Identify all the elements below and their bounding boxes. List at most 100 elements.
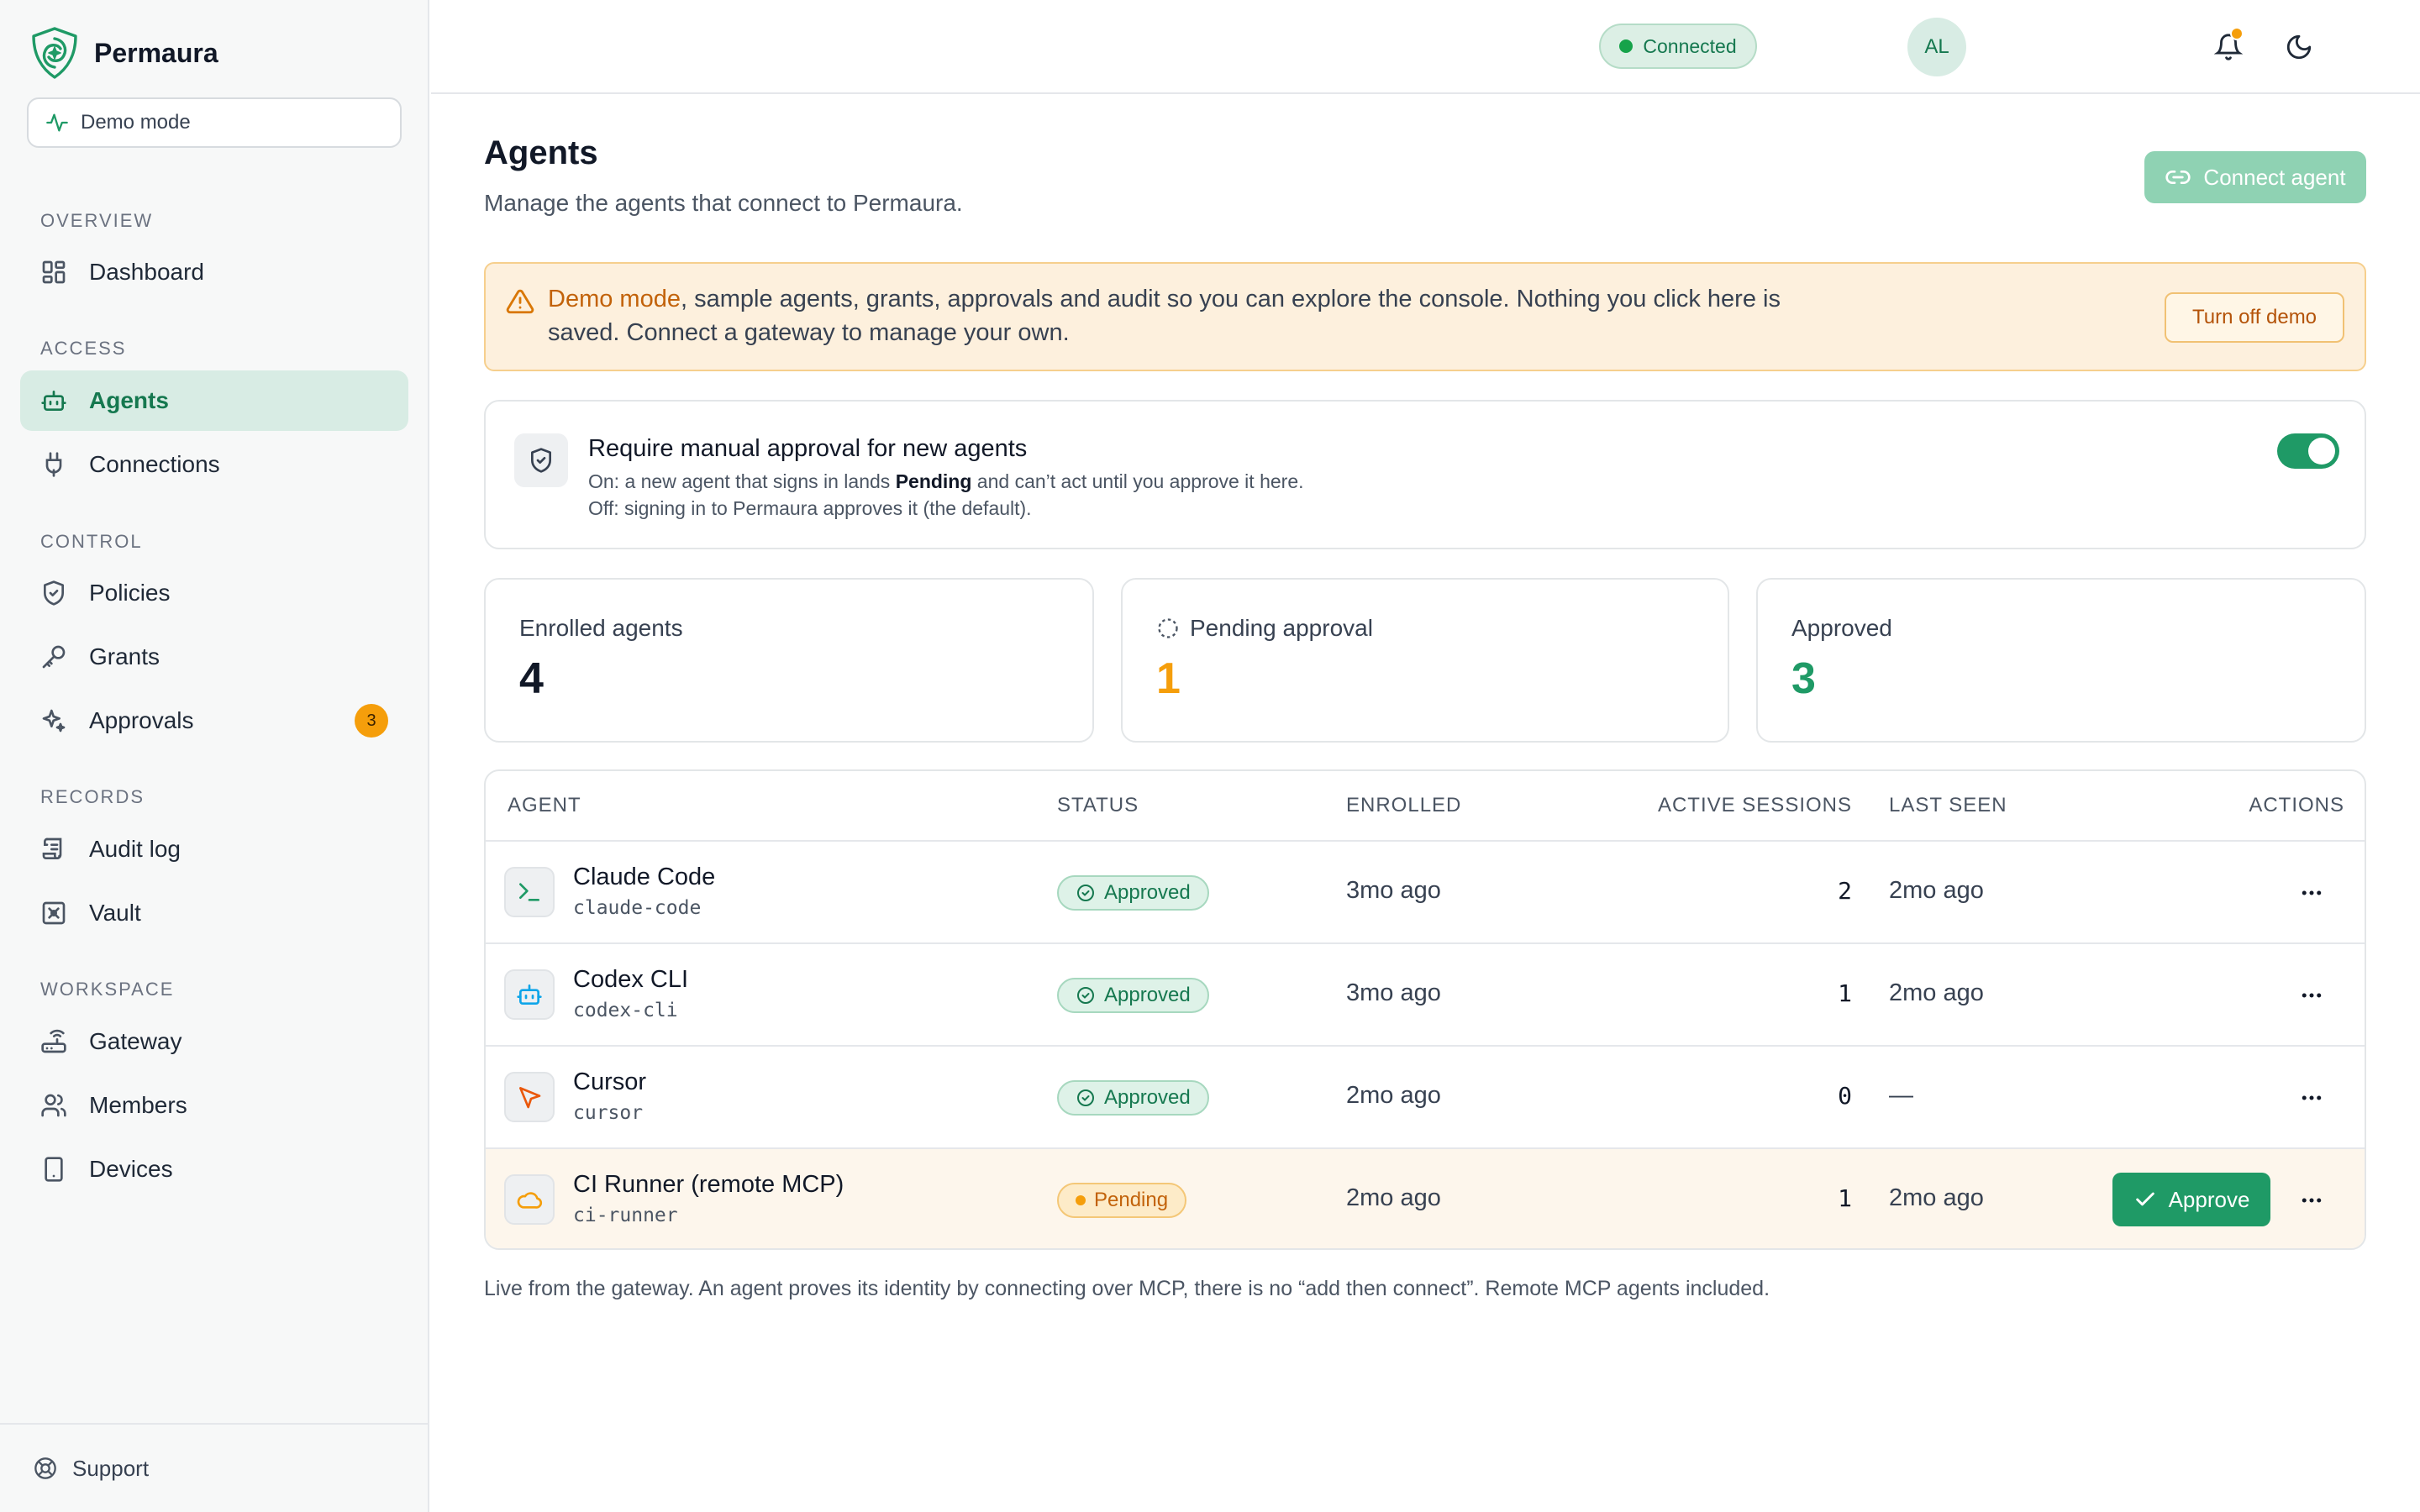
approvals-count-badge: 3 xyxy=(355,704,388,738)
stat-enrolled-value: 4 xyxy=(519,654,544,703)
sidebar-item-policies[interactable]: Policies xyxy=(20,563,408,623)
agent-slug: ci-runner xyxy=(573,1205,678,1226)
scroll-icon xyxy=(42,837,62,859)
page-subtitle: Manage the agents that connect to Permau… xyxy=(484,190,963,216)
row-actions-menu[interactable] xyxy=(2292,1079,2331,1117)
sidebar-item-members[interactable]: Members xyxy=(20,1075,408,1136)
enrolled-value: 2mo ago xyxy=(1346,1082,1441,1109)
status-label: Approved xyxy=(1104,984,1191,1006)
sidebar-item-agents[interactable]: Agents xyxy=(20,370,408,431)
support-label: Support xyxy=(72,1455,150,1481)
key-icon xyxy=(42,645,66,669)
agent-icon-box xyxy=(504,867,555,917)
plug-icon xyxy=(45,452,62,477)
sidebar-item-label: Vault xyxy=(89,900,141,926)
col-active-sessions: ACTIVE SESSIONS xyxy=(1657,794,1852,816)
table-row[interactable]: Claude Code claude-code Approved 3mo ago… xyxy=(486,840,2365,942)
status-label: Approved xyxy=(1104,1086,1191,1109)
row-actions-menu[interactable] xyxy=(2292,976,2331,1015)
topbar xyxy=(431,0,2420,94)
connection-status-label: Connected xyxy=(1643,34,1737,57)
warning-icon xyxy=(506,289,534,314)
manual-approval-toggle[interactable] xyxy=(2277,433,2339,469)
demo-banner-body: , sample agents, grants, approvals and a… xyxy=(548,286,1781,346)
sidebar-item-devices[interactable]: Devices xyxy=(20,1139,408,1200)
sidebar-item-label: Dashboard xyxy=(89,259,204,285)
on-bold: Pending xyxy=(895,470,972,492)
smartphone-icon xyxy=(45,1157,63,1182)
vault-icon xyxy=(42,901,66,925)
turn-off-demo-button[interactable]: Turn off demo xyxy=(2165,292,2344,343)
sessions-value: 0 xyxy=(1838,1082,1852,1110)
agents-table: AGENT STATUS ENROLLED ACTIVE SESSIONS LA… xyxy=(484,769,2366,1250)
demo-mode-pill[interactable]: Demo mode xyxy=(27,97,402,148)
more-horizontal-icon xyxy=(2302,1198,2322,1203)
sidebar-item-label: Policies xyxy=(89,580,171,606)
agent-slug: cursor xyxy=(573,1102,644,1124)
notifications-button[interactable] xyxy=(2207,25,2250,69)
page-title: Agents xyxy=(484,134,598,171)
status-badge: Approved xyxy=(1057,1080,1209,1116)
moon-icon xyxy=(2286,34,2312,60)
table-row[interactable]: Cursor cursor Approved 2mo ago 0 — xyxy=(486,1045,2365,1147)
sessions-value: 1 xyxy=(1838,979,1852,1007)
approve-button[interactable]: Approve xyxy=(2112,1173,2270,1226)
link-icon xyxy=(2165,171,2191,184)
sidebar-item-label: Audit log xyxy=(89,836,181,862)
sidebar: Permaura Demo mode Overview Dashboard Ac… xyxy=(0,0,429,1512)
theme-toggle-button[interactable] xyxy=(2277,25,2321,69)
col-status: STATUS xyxy=(1057,794,1139,816)
robot-icon xyxy=(517,984,542,1005)
connect-agent-button[interactable]: Connect agent xyxy=(2144,151,2366,203)
sidebar-item-label: Connections xyxy=(89,451,220,477)
manual-approval-card: Require manual approval for new agents O… xyxy=(484,400,2366,549)
row-actions-menu[interactable] xyxy=(2292,1181,2331,1220)
sidebar-item-label: Members xyxy=(89,1092,187,1118)
status-badge: Approved xyxy=(1057,875,1209,911)
connect-agent-label: Connect agent xyxy=(2203,164,2346,190)
sidebar-item-vault[interactable]: Vault xyxy=(20,883,408,943)
last-seen-value: 2mo ago xyxy=(1889,877,1984,904)
sidebar-item-grants[interactable]: Grants xyxy=(20,627,408,687)
stat-pending-label-text: Pending approval xyxy=(1190,615,1373,641)
col-enrolled: ENROLLED xyxy=(1346,794,1462,816)
sidebar-item-dashboard[interactable]: Dashboard xyxy=(20,242,408,302)
grid-icon xyxy=(42,260,66,284)
avatar[interactable]: AL xyxy=(1907,18,1966,76)
row-actions-menu[interactable] xyxy=(2292,874,2331,912)
users-icon xyxy=(41,1094,66,1117)
section-workspace: Workspace xyxy=(40,979,175,1000)
section-overview: Overview xyxy=(40,210,154,231)
status-dot-icon xyxy=(1619,39,1634,53)
pending-dot-icon xyxy=(1076,1195,1086,1205)
support-link[interactable]: Support xyxy=(0,1423,428,1512)
more-horizontal-icon xyxy=(2302,993,2322,998)
more-horizontal-icon xyxy=(2302,1095,2322,1100)
section-control: Control xyxy=(40,531,143,552)
enrolled-value: 2mo ago xyxy=(1346,1184,1441,1211)
notification-indicator xyxy=(2230,27,2244,40)
sidebar-item-audit-log[interactable]: Audit log xyxy=(20,819,408,879)
table-row[interactable]: CI Runner (remote MCP) ci-runner Pending… xyxy=(486,1147,2365,1248)
cloud-icon xyxy=(517,1192,543,1209)
stat-approved-value: 3 xyxy=(1791,654,1816,703)
router-icon xyxy=(41,1029,66,1053)
sidebar-item-approvals[interactable]: Approvals 3 xyxy=(20,690,408,751)
sidebar-item-connections[interactable]: Connections xyxy=(20,434,408,495)
loader-icon xyxy=(1158,618,1178,638)
cursor-icon xyxy=(519,1087,541,1109)
sidebar-item-gateway[interactable]: Gateway xyxy=(20,1011,408,1072)
sparkles-icon xyxy=(42,709,66,732)
permaura-logo-icon xyxy=(32,27,77,79)
stat-approved-label: Approved xyxy=(1791,615,1892,641)
last-seen-value: 2mo ago xyxy=(1889,1184,1984,1211)
brand[interactable]: Permaura xyxy=(27,25,218,81)
stat-enrolled: Enrolled agents 4 xyxy=(484,578,1094,743)
demo-banner-text: Demo mode, sample agents, grants, approv… xyxy=(548,282,1808,349)
manual-approval-on-text: On: a new agent that signs in lands Pend… xyxy=(588,470,1304,493)
table-row[interactable]: Codex CLI codex-cli Approved 3mo ago 1 2… xyxy=(486,942,2365,1045)
sessions-value: 2 xyxy=(1838,877,1852,905)
enrolled-value: 3mo ago xyxy=(1346,877,1441,904)
sidebar-item-label: Devices xyxy=(89,1156,173,1182)
agent-name: CI Runner (remote MCP) xyxy=(573,1171,844,1198)
